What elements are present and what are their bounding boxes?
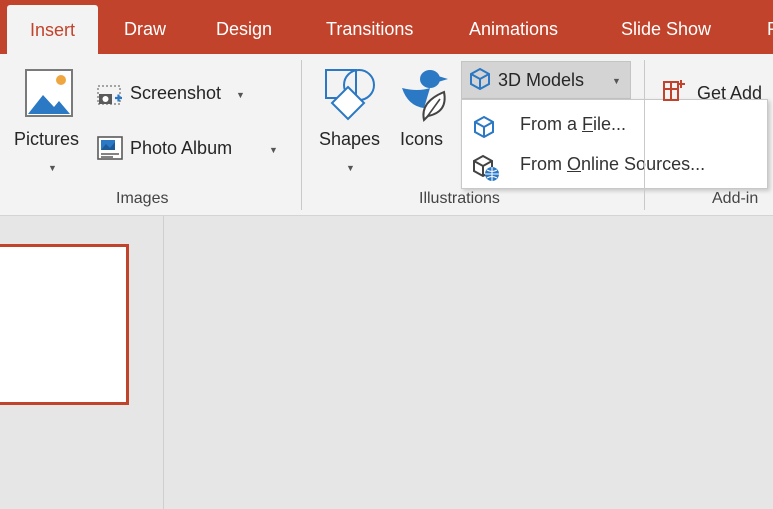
get-add-ins-button[interactable]: Get Add [697,83,762,104]
tab-slide-show[interactable]: Slide Show [621,0,711,54]
menu-item-from-online-sources-label: From Online Sources... [520,154,706,174]
menu-item-from-a-file-label: From a File... [520,114,627,134]
cube-icon [468,67,492,91]
tab-insert[interactable]: Insert [7,5,98,54]
photo-album-icon[interactable] [97,136,123,160]
tab-design[interactable]: Design [216,0,272,54]
shapes-dropdown-caret[interactable]: ▼ [346,163,355,173]
tab-animations[interactable]: Animations [469,0,558,54]
globe-cube-icon [472,154,500,182]
photo-album-dropdown-caret[interactable]: ▼ [269,145,278,155]
icons-button[interactable]: Icons [400,129,443,150]
screenshot-dropdown-caret[interactable]: ▼ [236,90,245,100]
store-icon[interactable] [662,78,686,102]
3d-models-dropdown-caret[interactable]: ▼ [612,76,621,86]
3d-models-label: 3D Models [498,70,585,90]
menu-item-from-online-sources[interactable]: From Online Sources... [462,146,767,186]
group-separator [301,60,302,210]
screenshot-button[interactable]: Screenshot [130,83,221,104]
add-ins-group-label: Add-in [712,190,759,207]
images-group-label: Images [116,190,169,207]
tab-review[interactable]: R [767,0,773,54]
cube-icon [472,115,496,139]
photo-album-button[interactable]: Photo Album [130,138,232,159]
slide-editing-area[interactable] [164,216,773,509]
shapes-icon[interactable] [323,67,379,121]
icons-icon[interactable] [400,66,452,122]
illustrations-group-label: Illustrations [419,190,500,207]
group-separator [644,60,645,210]
ribbon-tab-bar: Insert Draw Design Transitions Animation… [0,0,773,54]
tab-draw[interactable]: Draw [124,0,166,54]
pictures-button[interactable]: Pictures [14,129,79,150]
menu-item-from-a-file[interactable]: From a File... [462,106,767,146]
pictures-icon[interactable] [25,69,73,117]
3d-models-dropdown-menu: From a File... From Online Sources... [461,99,768,189]
tab-transitions[interactable]: Transitions [326,0,413,54]
slide-thumbnail[interactable] [0,244,129,405]
screenshot-icon[interactable] [97,85,123,107]
pictures-dropdown-caret[interactable]: ▼ [48,163,57,173]
shapes-button[interactable]: Shapes [319,129,380,150]
